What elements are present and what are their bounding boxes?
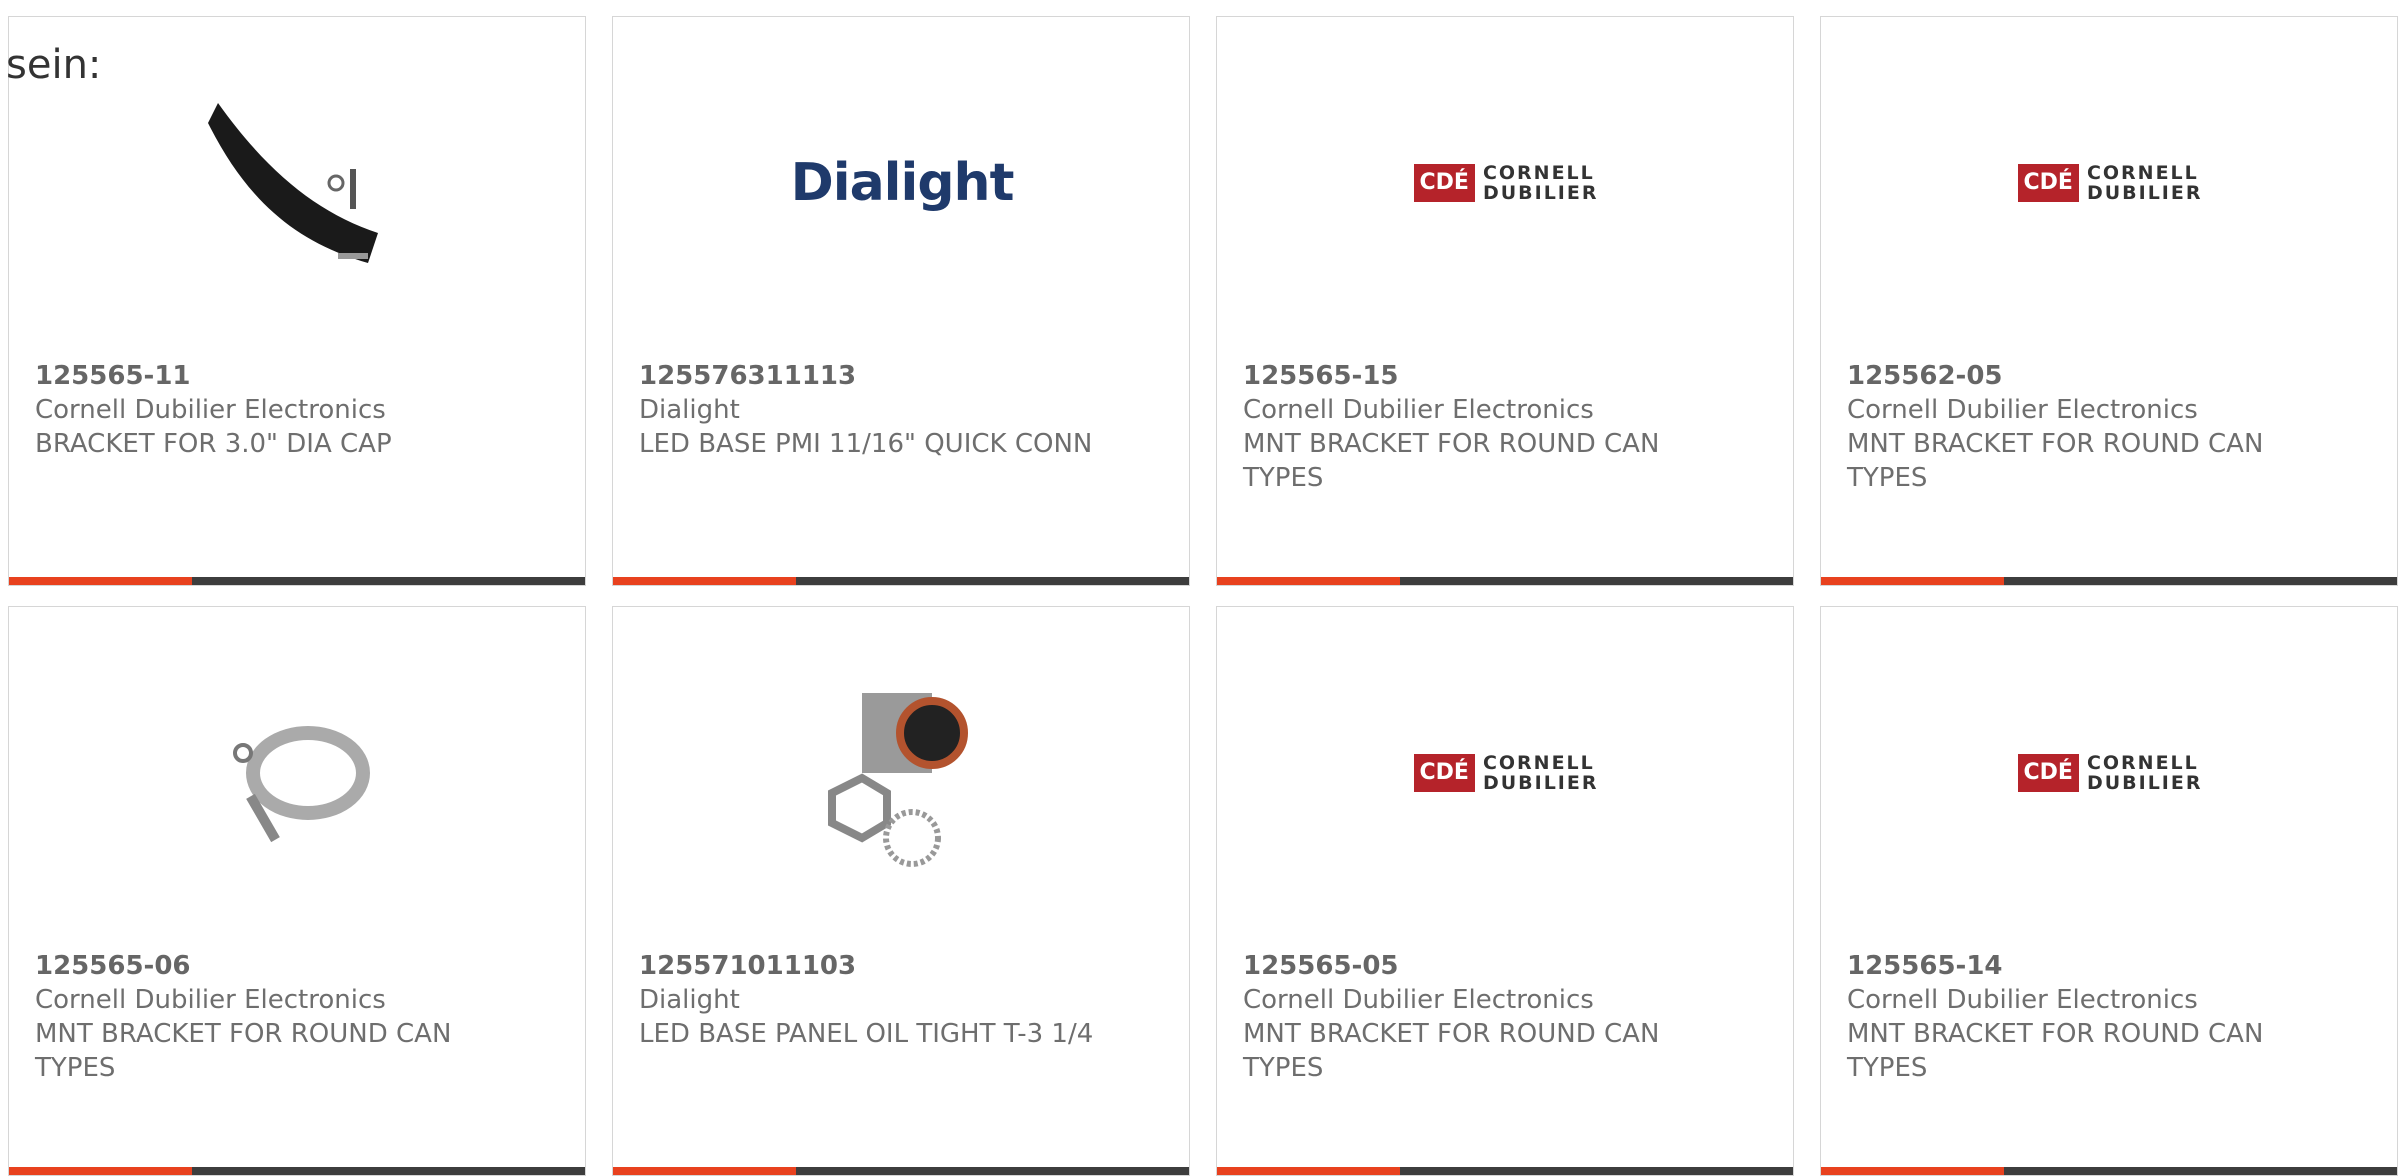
cde-logo-line1: CORNELL bbox=[2086, 162, 2199, 184]
bracket-photo-icon bbox=[208, 103, 378, 263]
product-image[interactable] bbox=[802, 673, 1002, 873]
card-bar-accent bbox=[1217, 1167, 1400, 1175]
manufacturer: Dialight bbox=[639, 985, 740, 1015]
product-card[interactable]: CDÉ CORNELL DUBILIER 125565-15 Cornell D… bbox=[1216, 16, 1794, 586]
cde-logo-line1: CORNELL bbox=[1482, 752, 1595, 774]
cde-logo-name: CORNELL DUBILIER bbox=[1483, 753, 1599, 793]
product-card[interactable]: CDÉ CORNELL DUBILIER 125562-05 Cornell D… bbox=[1820, 16, 2398, 586]
card-bar-accent bbox=[613, 577, 796, 585]
cde-logo: CDÉ CORNELL DUBILIER bbox=[2017, 163, 2203, 203]
part-number[interactable]: 125576311113 bbox=[639, 359, 1109, 393]
manufacturer: Cornell Dubilier Electronics bbox=[1847, 985, 2198, 1015]
product-image[interactable]: CDÉ CORNELL DUBILIER bbox=[2010, 83, 2210, 283]
card-bar bbox=[613, 577, 1189, 585]
card-bar bbox=[1821, 577, 2397, 585]
card-bar-accent bbox=[1821, 1167, 2004, 1175]
cde-logo-mark: CDÉ bbox=[2017, 754, 2079, 792]
cde-logo-name: CORNELL DUBILIER bbox=[1483, 163, 1599, 203]
description: MNT BRACKET FOR ROUND CAN TYPES bbox=[1847, 1019, 2264, 1083]
description: BRACKET FOR 3.0" DIA CAP bbox=[35, 429, 392, 459]
card-bar-accent bbox=[1821, 577, 2004, 585]
cde-logo: CDÉ CORNELL DUBILIER bbox=[1413, 163, 1599, 203]
manufacturer: Cornell Dubilier Electronics bbox=[1243, 985, 1594, 1015]
card-bar bbox=[613, 1167, 1189, 1175]
part-number[interactable]: 125562-05 bbox=[1847, 359, 2317, 393]
cde-logo-line1: CORNELL bbox=[2086, 752, 2199, 774]
card-bar bbox=[1217, 1167, 1793, 1175]
cde-logo-line2: DUBILIER bbox=[1482, 772, 1599, 794]
card-bar bbox=[9, 1167, 585, 1175]
product-image[interactable]: CDÉ CORNELL DUBILIER bbox=[1406, 673, 1606, 873]
manufacturer: Cornell Dubilier Electronics bbox=[1847, 395, 2198, 425]
cde-logo: CDÉ CORNELL DUBILIER bbox=[2017, 753, 2203, 793]
product-card[interactable]: CDÉ CORNELL DUBILIER 125565-05 Cornell D… bbox=[1216, 606, 1794, 1176]
cde-logo-mark: CDÉ bbox=[2017, 164, 2079, 202]
part-number[interactable]: 125565-05 bbox=[1243, 949, 1713, 983]
manufacturer: Cornell Dubilier Electronics bbox=[1243, 395, 1594, 425]
product-card[interactable]: CDÉ CORNELL DUBILIER 125565-14 Cornell D… bbox=[1820, 606, 2398, 1176]
clamp-photo-icon bbox=[233, 726, 370, 843]
cde-logo-name: CORNELL DUBILIER bbox=[2087, 163, 2203, 203]
product-card[interactable]: 125565-11 Cornell Dubilier Electronics B… bbox=[8, 16, 586, 586]
description: LED BASE PANEL OIL TIGHT T-3 1/4 bbox=[639, 1019, 1094, 1049]
cde-logo-line2: DUBILIER bbox=[1482, 182, 1599, 204]
product-card[interactable]: 125565-06 Cornell Dubilier Electronics M… bbox=[8, 606, 586, 1176]
description: LED BASE PMI 11/16" QUICK CONN bbox=[639, 429, 1093, 459]
part-number[interactable]: 125565-15 bbox=[1243, 359, 1713, 393]
product-image[interactable]: CDÉ CORNELL DUBILIER bbox=[2010, 673, 2210, 873]
card-bar bbox=[1217, 577, 1793, 585]
product-grid: 125565-11 Cornell Dubilier Electronics B… bbox=[0, 0, 2400, 1176]
card-bar-accent bbox=[9, 1167, 192, 1175]
dialight-logo: Dialight bbox=[790, 153, 1015, 213]
description: MNT BRACKET FOR ROUND CAN TYPES bbox=[1243, 1019, 1660, 1083]
product-image[interactable] bbox=[198, 673, 398, 873]
card-bar-accent bbox=[613, 1167, 796, 1175]
product-card[interactable]: 125571011103 Dialight LED BASE PANEL OIL… bbox=[612, 606, 1190, 1176]
cde-logo-name: CORNELL DUBILIER bbox=[2087, 753, 2203, 793]
card-bar bbox=[1821, 1167, 2397, 1175]
product-card[interactable]: Dialight 125576311113 Dialight LED BASE … bbox=[612, 16, 1190, 586]
cde-logo-line1: CORNELL bbox=[1482, 162, 1595, 184]
card-bar-accent bbox=[9, 577, 192, 585]
part-number[interactable]: 125571011103 bbox=[639, 949, 1109, 983]
lead-text: sein: bbox=[6, 42, 102, 88]
cde-logo-mark: CDÉ bbox=[1413, 164, 1475, 202]
led-base-photo-icon bbox=[828, 693, 968, 867]
description: MNT BRACKET FOR ROUND CAN TYPES bbox=[35, 1019, 452, 1083]
card-bar-accent bbox=[1217, 577, 1400, 585]
cde-logo: CDÉ CORNELL DUBILIER bbox=[1413, 753, 1599, 793]
manufacturer: Cornell Dubilier Electronics bbox=[35, 395, 386, 425]
cde-logo-mark: CDÉ bbox=[1413, 754, 1475, 792]
description: MNT BRACKET FOR ROUND CAN TYPES bbox=[1243, 429, 1660, 493]
part-number[interactable]: 125565-11 bbox=[35, 359, 505, 393]
cde-logo-line2: DUBILIER bbox=[2086, 182, 2203, 204]
product-image[interactable] bbox=[198, 83, 398, 283]
card-bar bbox=[9, 577, 585, 585]
part-number[interactable]: 125565-06 bbox=[35, 949, 505, 983]
product-image[interactable]: CDÉ CORNELL DUBILIER bbox=[1406, 83, 1606, 283]
part-number[interactable]: 125565-14 bbox=[1847, 949, 2317, 983]
manufacturer: Dialight bbox=[639, 395, 740, 425]
description: MNT BRACKET FOR ROUND CAN TYPES bbox=[1847, 429, 2264, 493]
product-image[interactable]: Dialight bbox=[791, 83, 1015, 283]
manufacturer: Cornell Dubilier Electronics bbox=[35, 985, 386, 1015]
cde-logo-line2: DUBILIER bbox=[2086, 772, 2203, 794]
